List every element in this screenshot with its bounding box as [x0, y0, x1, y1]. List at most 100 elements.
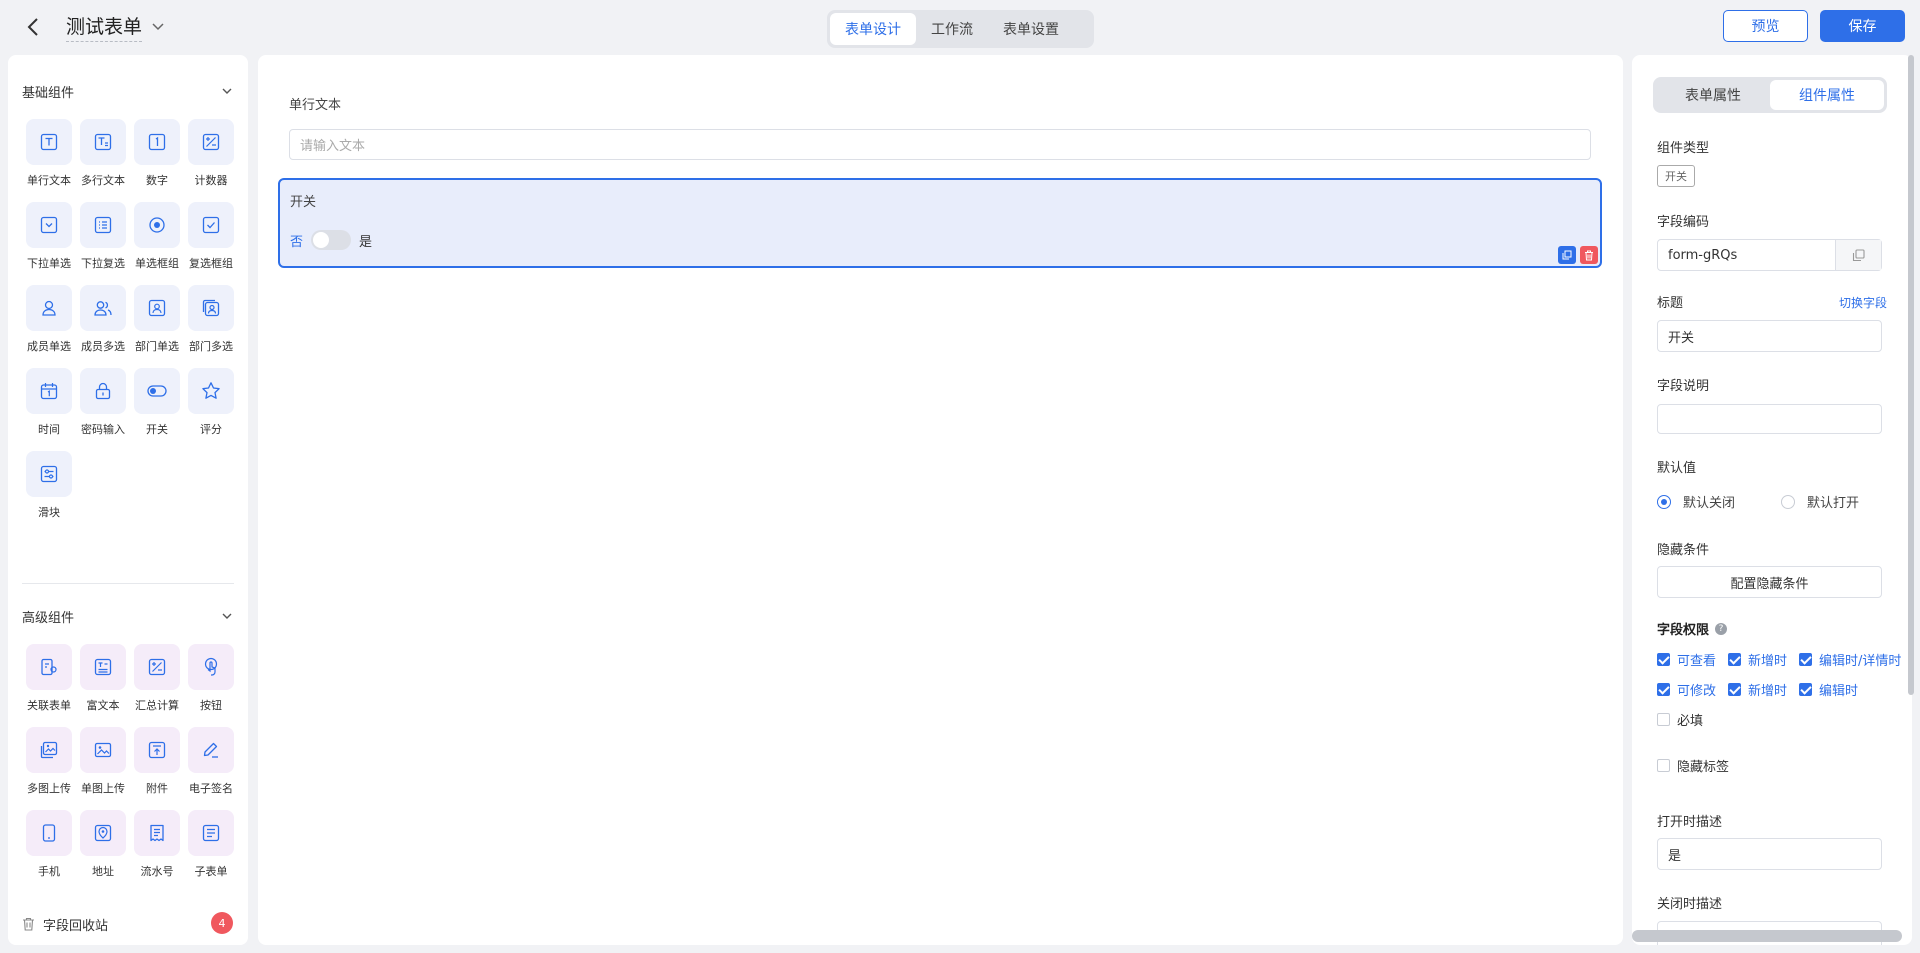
component-address[interactable]: 地址 — [76, 810, 130, 879]
checkbox-view-on-edit-detail[interactable]: 编辑时/详情时 — [1799, 650, 1901, 669]
component-panel: 基础组件 单行文本 多行文本 数字 计数器 下拉单选 下拉复选 单选框组 复选框… — [8, 55, 248, 945]
horizontal-scrollbar[interactable] — [1632, 930, 1902, 942]
permission-row-view: 可查看 新增时 编辑时/详情时 — [1657, 650, 1912, 669]
radio-default-off[interactable] — [1657, 494, 1671, 509]
component-summary-calc[interactable]: 汇总计算 — [130, 644, 184, 713]
help-icon[interactable]: ? — [1715, 622, 1728, 635]
checkbox-can-view[interactable]: 可查看 — [1657, 650, 1716, 669]
preview-button[interactable]: 预览 — [1723, 10, 1808, 42]
chevron-down-icon[interactable] — [222, 613, 232, 619]
checkbox-can-modify[interactable]: 可修改 — [1657, 680, 1716, 699]
component-rating[interactable]: 评分 — [184, 368, 238, 437]
permission-row-modify: 可修改 新增时 编辑时 — [1657, 680, 1870, 699]
configure-hide-condition-button[interactable]: 配置隐藏条件 — [1657, 566, 1882, 598]
component-dropdown-multi[interactable]: 下拉复选 — [76, 202, 130, 271]
field-code-input[interactable]: form-gRQs — [1657, 239, 1882, 271]
component-slider[interactable]: 滑块 — [22, 451, 76, 520]
section-divider — [22, 583, 234, 584]
tab-form-properties[interactable]: 表单属性 — [1656, 80, 1770, 110]
receipt-icon — [150, 824, 164, 842]
component-counter[interactable]: 计数器 — [184, 119, 238, 188]
default-value-radios: 默认关闭 默认打开 — [1657, 492, 1859, 511]
component-single-text[interactable]: 单行文本 — [22, 119, 76, 188]
single-text-input[interactable]: 请输入文本 — [289, 129, 1591, 160]
tab-form-settings[interactable]: 表单设置 — [988, 13, 1074, 45]
checkbox-required[interactable]: 必填 — [1657, 710, 1703, 729]
field-label-switch: 开关 — [290, 195, 317, 210]
chevron-left-icon — [27, 18, 38, 36]
component-button[interactable]: 按钮 — [184, 644, 238, 713]
component-multi-text[interactable]: 多行文本 — [76, 119, 130, 188]
component-type-tag: 开关 — [1657, 165, 1695, 187]
switch-row: 否 是 — [290, 230, 372, 250]
component-subform[interactable]: 子表单 — [184, 810, 238, 879]
title-input[interactable]: 开关 — [1657, 320, 1882, 352]
component-phone[interactable]: 手机 — [22, 810, 76, 879]
star-icon — [202, 382, 220, 399]
pen-icon — [203, 742, 218, 758]
hide-label-row: 隐藏标签 — [1657, 756, 1741, 775]
counter-icon — [202, 133, 220, 151]
checkbox-modify-on-add[interactable]: 新增时 — [1728, 680, 1787, 699]
field-description-textarea[interactable] — [1657, 404, 1882, 434]
open-description-label: 打开时描述 — [1657, 815, 1723, 830]
save-button[interactable]: 保存 — [1820, 10, 1905, 42]
vertical-scrollbar[interactable] — [1908, 55, 1914, 695]
radio-default-on[interactable] — [1781, 494, 1796, 509]
tab-component-properties[interactable]: 组件属性 — [1770, 80, 1884, 110]
copy-icon — [1852, 248, 1865, 261]
copy-code-button[interactable] — [1835, 240, 1881, 270]
checkbox-hide-label[interactable]: 隐藏标签 — [1657, 756, 1729, 775]
departments-icon — [202, 299, 220, 317]
component-dept-multi[interactable]: 部门多选 — [184, 285, 238, 354]
component-multi-image[interactable]: 多图上传 — [22, 727, 76, 796]
calendar-icon — [40, 383, 58, 400]
form-title[interactable]: 测试表单 — [66, 12, 143, 42]
tab-workflow[interactable]: 工作流 — [916, 13, 988, 45]
form-title-area[interactable]: 测试表单 — [66, 12, 164, 42]
component-dropdown-single[interactable]: 下拉单选 — [22, 202, 76, 271]
component-radio-group[interactable]: 单选框组 — [130, 202, 184, 271]
field-recycle-bin[interactable]: 字段回收站 4 — [8, 903, 248, 945]
chevron-down-icon[interactable] — [222, 88, 232, 94]
component-password[interactable]: 密码输入 — [76, 368, 130, 437]
tab-form-design[interactable]: 表单设计 — [830, 13, 916, 45]
component-signature[interactable]: 电子签名 — [184, 727, 238, 796]
switch-field-link[interactable]: 切换字段 — [1839, 294, 1887, 311]
checkbox-view-on-add[interactable]: 新增时 — [1728, 650, 1787, 669]
advanced-section-header[interactable]: 高级组件 — [22, 604, 232, 628]
basic-section-header[interactable]: 基础组件 — [22, 79, 232, 103]
open-description-input[interactable]: 是 — [1657, 838, 1882, 870]
top-bar: 测试表单 表单设计 工作流 表单设置 预览 保存 — [0, 0, 1920, 54]
slider-icon — [40, 465, 58, 483]
component-single-image[interactable]: 单图上传 — [76, 727, 130, 796]
copy-field-button[interactable] — [1558, 246, 1576, 264]
chevron-down-icon[interactable] — [152, 23, 164, 31]
basic-section-title: 基础组件 — [22, 85, 75, 101]
checkbox-modify-on-edit[interactable]: 编辑时 — [1799, 680, 1858, 699]
component-rich-text[interactable]: 富文本 — [76, 644, 130, 713]
component-attachment[interactable]: 附件 — [130, 727, 184, 796]
list-icon — [94, 216, 112, 234]
title-label: 标题 — [1657, 296, 1684, 311]
component-member-single[interactable]: 成员单选 — [22, 285, 76, 354]
back-button[interactable] — [20, 13, 46, 41]
component-checkbox-group[interactable]: 复选框组 — [184, 202, 238, 271]
multiline-text-icon — [94, 133, 112, 151]
copy-icon — [1562, 250, 1572, 260]
recycle-bin-label: 字段回收站 — [43, 918, 109, 934]
component-member-multi[interactable]: 成员多选 — [76, 285, 130, 354]
component-linked-form[interactable]: 关联表单 — [22, 644, 76, 713]
delete-field-button[interactable] — [1580, 246, 1598, 264]
recycle-count-badge: 4 — [211, 912, 233, 934]
component-switch[interactable]: 开关 — [130, 368, 184, 437]
field-label-single-text: 单行文本 — [289, 98, 342, 113]
pointer-icon — [204, 657, 218, 676]
component-dept-single[interactable]: 部门单选 — [130, 285, 184, 354]
component-serial-number[interactable]: 流水号 — [130, 810, 184, 879]
switch-toggle[interactable] — [311, 230, 352, 250]
component-time[interactable]: 时间 — [22, 368, 76, 437]
component-number[interactable]: 数字 — [130, 119, 184, 188]
form-canvas[interactable]: 单行文本 请输入文本 开关 否 是 — [258, 55, 1623, 945]
switch-field-selected[interactable]: 开关 否 是 — [278, 178, 1602, 268]
